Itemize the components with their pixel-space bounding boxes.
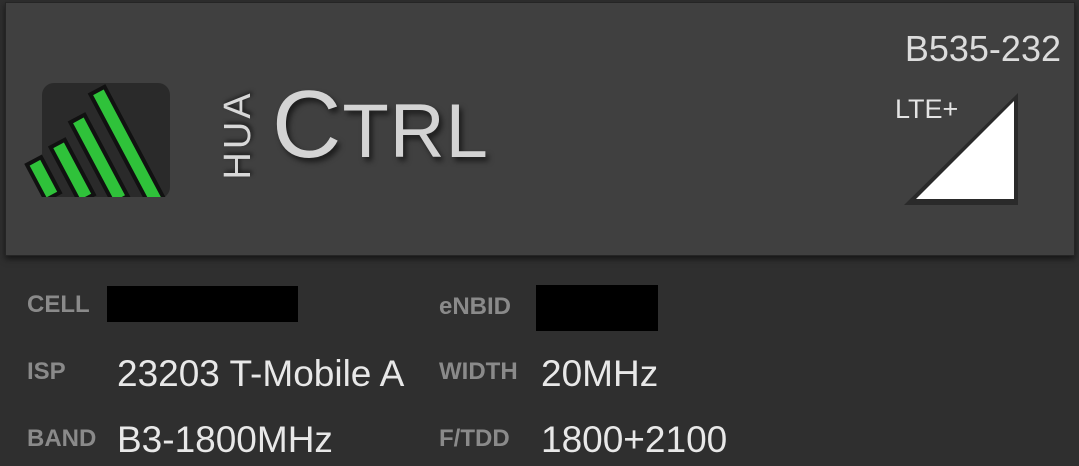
logo-ctrl-rest: TRL	[342, 89, 489, 174]
app-screen: HUA CTRL B535-232 LTE+ CELL eNBID ISP 23…	[0, 0, 1079, 466]
ftdd-label: F/TDD	[439, 425, 510, 452]
network-type: LTE+	[895, 94, 959, 124]
logo-hua-text: HUA	[217, 90, 259, 180]
enbid-label: eNBID	[439, 293, 512, 320]
cell-value-redacted	[107, 286, 298, 322]
isp-value: 23203 T-Mobile A	[117, 353, 405, 394]
band-label: BAND	[27, 425, 97, 452]
logo-ctrl-text: CTRL	[272, 77, 489, 173]
info-panel: CELL eNBID ISP 23203 T-Mobile A WIDTH 20…	[0, 262, 1079, 466]
header-card: HUA CTRL B535-232 LTE+	[5, 2, 1075, 256]
device-model: B535-232	[904, 28, 1061, 69]
cell-label: CELL	[27, 291, 90, 318]
isp-label: ISP	[27, 358, 66, 385]
band-value: B3-1800MHz	[117, 419, 333, 460]
width-label: WIDTH	[439, 358, 518, 385]
ftdd-value: 1800+2100	[541, 419, 728, 460]
signal-bars-icon	[24, 83, 170, 197]
enbid-value-redacted	[536, 285, 658, 331]
width-value: 20MHz	[541, 353, 659, 394]
logo-ctrl-first: C	[272, 71, 343, 178]
